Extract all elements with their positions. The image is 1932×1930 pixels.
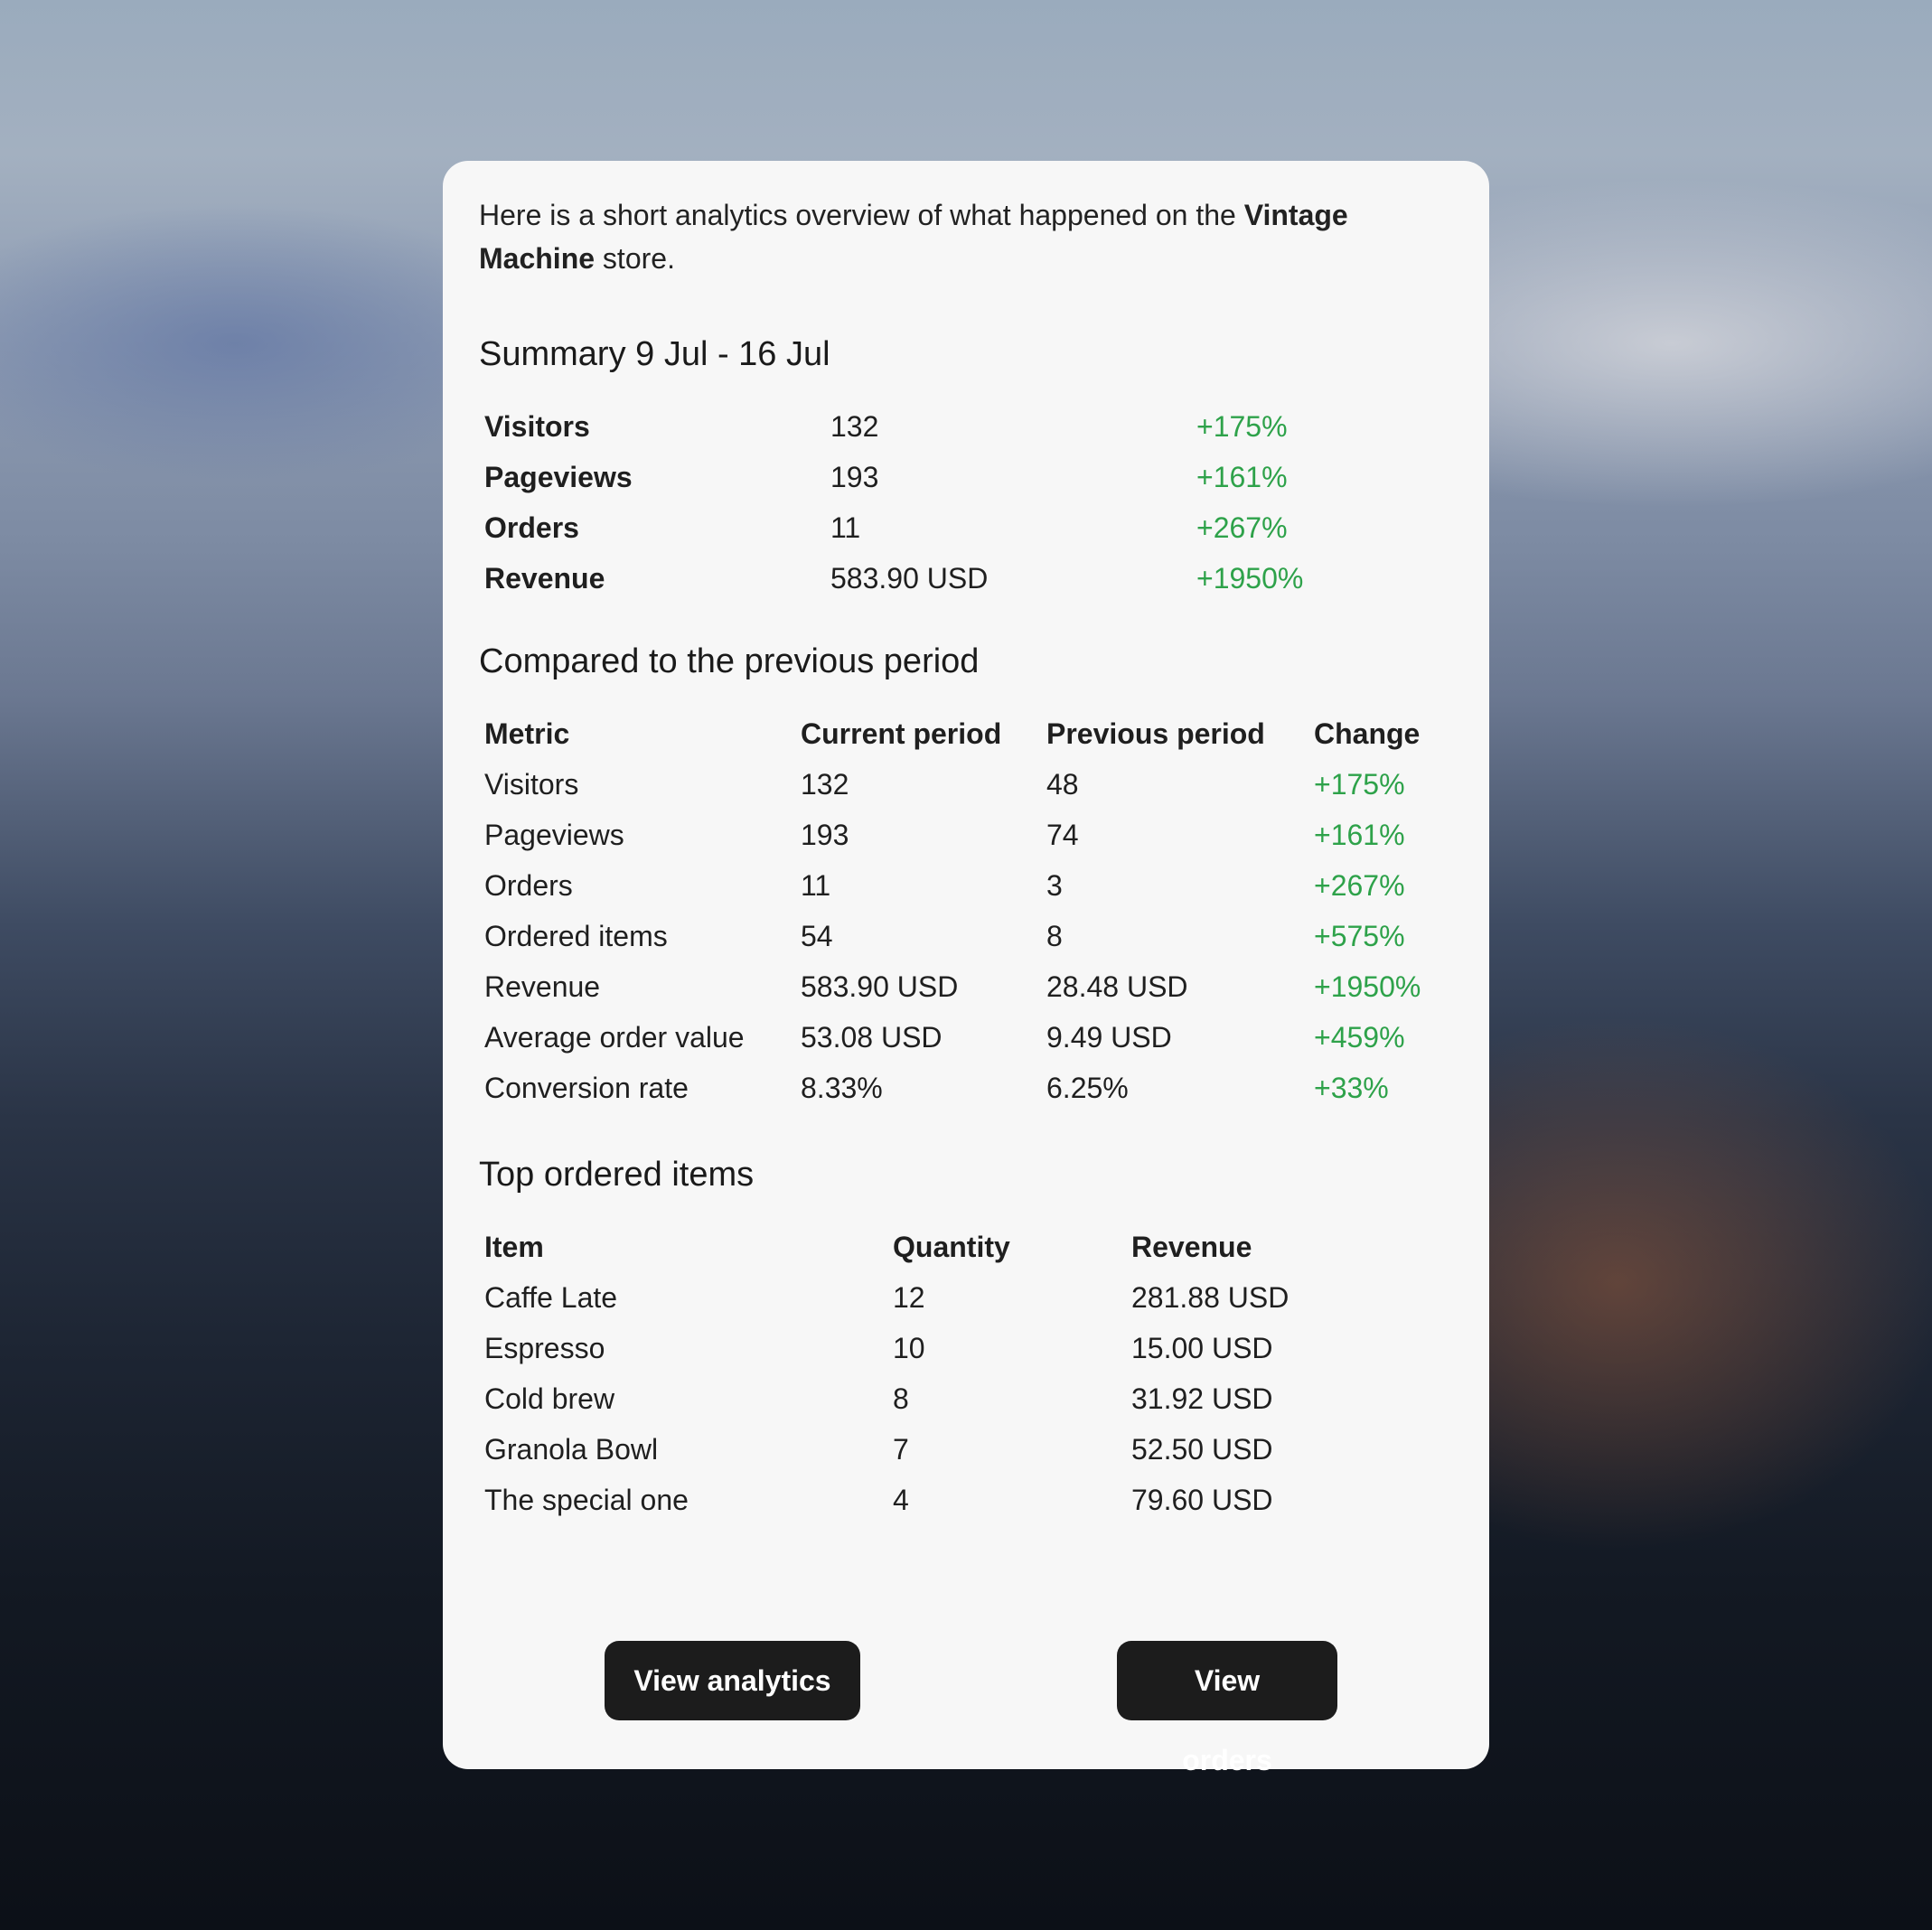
previous-value: 8	[1046, 920, 1063, 952]
metric-name: Revenue	[484, 970, 601, 1003]
table-row: Espresso 10 15.00 USD	[479, 1323, 1289, 1373]
summary-label: Revenue	[484, 562, 605, 595]
summary-value: 193	[830, 461, 879, 493]
table-row: Caffe Late 12 281.88 USD	[479, 1272, 1289, 1323]
column-header-current: Current period	[801, 717, 1002, 750]
item-name: Espresso	[484, 1332, 605, 1364]
summary-value: 132	[830, 410, 879, 443]
summary-table: Visitors 132 +175% Pageviews 193 +161% O…	[479, 401, 1303, 604]
table-row: Visitors 132 48 +175%	[479, 759, 1421, 810]
summary-row: Visitors 132 +175%	[479, 401, 1303, 452]
comparison-header-row: Metric Current period Previous period Ch…	[479, 708, 1421, 759]
item-quantity: 7	[893, 1433, 909, 1466]
summary-row: Orders 11 +267%	[479, 502, 1303, 553]
metric-name: Conversion rate	[484, 1072, 689, 1104]
change-value: +267%	[1314, 869, 1405, 902]
intro-prefix: Here is a short analytics overview of wh…	[479, 199, 1244, 231]
top-items-title: Top ordered items	[479, 1156, 755, 1194]
table-row: Conversion rate 8.33% 6.25% +33%	[479, 1063, 1421, 1113]
table-row: Average order value 53.08 USD 9.49 USD +…	[479, 1012, 1421, 1063]
comparison-title: Compared to the previous period	[479, 642, 980, 680]
item-quantity: 4	[893, 1484, 909, 1516]
summary-label: Orders	[484, 511, 579, 544]
current-value: 11	[801, 869, 831, 902]
view-orders-button[interactable]: View orders	[1117, 1641, 1337, 1776]
item-quantity: 8	[893, 1382, 909, 1415]
current-value: 193	[801, 819, 849, 851]
item-quantity: 10	[893, 1332, 925, 1364]
table-row: Ordered items 54 8 +575%	[479, 911, 1421, 961]
column-header-revenue: Revenue	[1131, 1231, 1252, 1263]
item-revenue: 281.88 USD	[1131, 1281, 1290, 1314]
item-name: The special one	[484, 1484, 689, 1516]
intro-text: Here is a short analytics overview of wh…	[479, 193, 1453, 280]
column-header-quantity: Quantity	[893, 1231, 1010, 1263]
item-revenue: 15.00 USD	[1131, 1332, 1273, 1364]
item-revenue: 79.60 USD	[1131, 1484, 1273, 1516]
table-row: Revenue 583.90 USD 28.48 USD +1950%	[479, 961, 1421, 1012]
current-value: 53.08 USD	[801, 1021, 943, 1054]
current-value: 54	[801, 920, 833, 952]
current-value: 8.33%	[801, 1072, 883, 1104]
item-revenue: 52.50 USD	[1131, 1433, 1273, 1466]
item-quantity: 12	[893, 1281, 925, 1314]
column-header-change: Change	[1314, 717, 1421, 750]
column-header-previous: Previous period	[1046, 717, 1265, 750]
table-row: The special one 4 79.60 USD	[479, 1475, 1289, 1525]
column-header-item: Item	[484, 1231, 544, 1263]
summary-change: +1950%	[1196, 562, 1304, 595]
top-items-table: Item Quantity Revenue Caffe Late 12 281.…	[479, 1222, 1289, 1525]
comparison-table: Metric Current period Previous period Ch…	[479, 708, 1421, 1113]
table-row: Cold brew 8 31.92 USD	[479, 1373, 1289, 1424]
summary-change: +175%	[1196, 410, 1288, 443]
change-value: +1950%	[1314, 970, 1421, 1003]
summary-value: 583.90 USD	[830, 562, 989, 595]
table-row: Pageviews 193 74 +161%	[479, 810, 1421, 860]
summary-row: Revenue 583.90 USD +1950%	[479, 553, 1303, 604]
previous-value: 3	[1046, 869, 1063, 902]
previous-value: 6.25%	[1046, 1072, 1129, 1104]
summary-change: +267%	[1196, 511, 1288, 544]
column-header-metric: Metric	[484, 717, 570, 750]
analytics-email-card: Here is a short analytics overview of wh…	[443, 161, 1489, 1776]
metric-name: Average order value	[484, 1021, 745, 1054]
metric-name: Ordered items	[484, 920, 668, 952]
summary-label: Pageviews	[484, 461, 633, 493]
item-name: Granola Bowl	[484, 1433, 659, 1466]
view-analytics-button[interactable]: View analytics	[605, 1641, 860, 1720]
change-value: +161%	[1314, 819, 1405, 851]
metric-name: Pageviews	[484, 819, 624, 851]
summary-title: Summary 9 Jul - 16 Jul	[479, 335, 830, 373]
intro-suffix: store.	[595, 242, 675, 275]
item-revenue: 31.92 USD	[1131, 1382, 1273, 1415]
change-value: +175%	[1314, 768, 1405, 801]
top-items-header-row: Item Quantity Revenue	[479, 1222, 1289, 1272]
current-value: 583.90 USD	[801, 970, 959, 1003]
summary-label: Visitors	[484, 410, 590, 443]
item-name: Cold brew	[484, 1382, 615, 1415]
summary-value: 11	[830, 511, 861, 544]
previous-value: 74	[1046, 819, 1079, 851]
previous-value: 9.49 USD	[1046, 1021, 1172, 1054]
metric-name: Visitors	[484, 768, 579, 801]
change-value: +33%	[1314, 1072, 1389, 1104]
change-value: +575%	[1314, 920, 1405, 952]
summary-row: Pageviews 193 +161%	[479, 452, 1303, 502]
metric-name: Orders	[484, 869, 573, 902]
change-value: +459%	[1314, 1021, 1405, 1054]
previous-value: 48	[1046, 768, 1079, 801]
current-value: 132	[801, 768, 849, 801]
table-row: Granola Bowl 7 52.50 USD	[479, 1424, 1289, 1475]
table-row: Orders 11 3 +267%	[479, 860, 1421, 911]
previous-value: 28.48 USD	[1046, 970, 1188, 1003]
item-name: Caffe Late	[484, 1281, 618, 1314]
action-buttons: View analytics View orders	[443, 1641, 1489, 1776]
summary-change: +161%	[1196, 461, 1288, 493]
